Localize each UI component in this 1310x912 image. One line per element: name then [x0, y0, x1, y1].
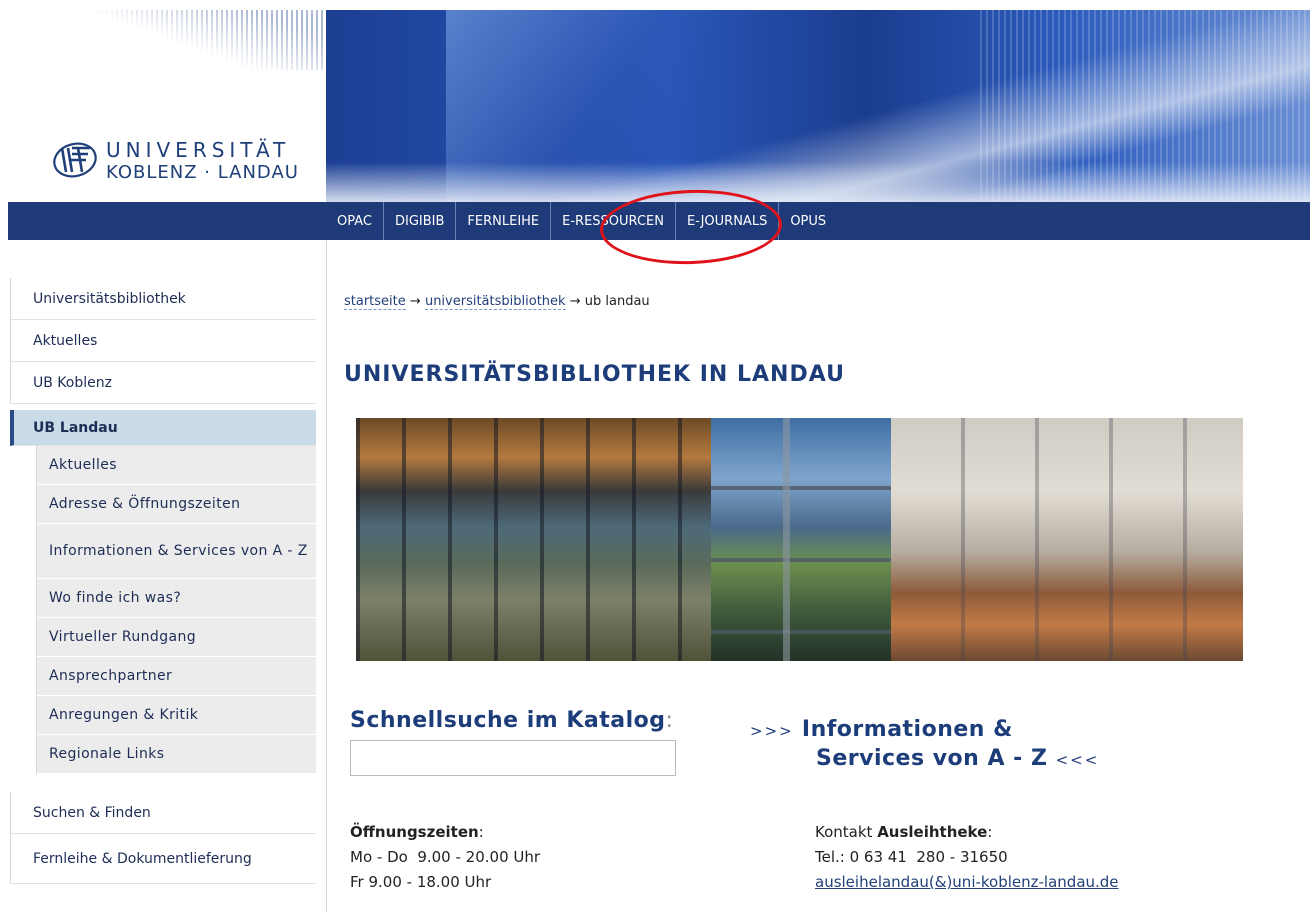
logo-area[interactable]: UNIVERSITÄT KOBLENZ · LANDAU: [8, 10, 326, 202]
subnav-item-anregungen[interactable]: Anregungen & Kritik: [37, 696, 316, 735]
subnav-item-wo-finde[interactable]: Wo finde ich was?: [37, 579, 316, 618]
contact-prefix: Kontakt: [815, 823, 878, 841]
hours-heading: Öffnungszeiten: [350, 823, 479, 841]
nav-item-fernleihe[interactable]: FERNLEIHE: [455, 202, 550, 240]
subnav-item-informationen[interactable]: Informationen & Services von A - Z: [37, 524, 316, 579]
info-link-suffix: <<<: [1055, 751, 1100, 769]
contact-tel: Tel.: 0 63 41 280 - 31650: [815, 848, 1008, 866]
contact-email-link[interactable]: ausleihelandau(&)uni-koblenz-landau.de: [815, 873, 1119, 891]
contact-info: Kontakt Ausleihtheke: Tel.: 0 63 41 280 …: [815, 820, 1119, 895]
subnav-item-regionale-links[interactable]: Regionale Links: [37, 735, 316, 774]
quick-search-title-colon: :: [665, 708, 674, 733]
quick-search-title: Schnellsuche im Katalog:: [350, 708, 673, 733]
quick-search-input[interactable]: [350, 740, 676, 776]
quick-search-title-text: Schnellsuche im Katalog: [350, 708, 666, 733]
info-link-prefix: >>>: [750, 722, 794, 740]
subnav-item-rundgang[interactable]: Virtueller Rundgang: [37, 618, 316, 657]
logo-text-line1: UNIVERSITÄT: [106, 138, 291, 162]
header-banner-image: [326, 10, 1310, 202]
breadcrumb-current: ub landau: [584, 294, 650, 309]
subnav-item-ansprechpartner[interactable]: Ansprechpartner: [37, 657, 316, 696]
nav-item-opus[interactable]: OPUS: [778, 202, 837, 240]
content-divider: [326, 240, 327, 912]
sidebar-item-ub-landau[interactable]: UB Landau: [10, 410, 316, 446]
hours-line1: Mo - Do 9.00 - 20.00 Uhr: [350, 848, 541, 866]
nav-item-opac[interactable]: OPAC: [326, 202, 383, 240]
breadcrumb-link-startseite[interactable]: startseite: [344, 294, 406, 310]
sidebar-nav: Universitätsbibliothek Aktuelles UB Kobl…: [10, 278, 316, 884]
university-logo-icon: [53, 142, 97, 178]
info-link-line1[interactable]: Informationen &: [802, 717, 1013, 742]
sidebar-item-ub-koblenz[interactable]: UB Koblenz: [10, 362, 316, 404]
sidebar-item-suchen-finden[interactable]: Suchen & Finden: [10, 792, 316, 834]
hours-line2: Fr 9.00 - 18.00 Uhr: [350, 873, 492, 891]
opening-hours: Öffnungszeiten: Mo - Do 9.00 - 20.00 Uhr…: [350, 820, 540, 895]
sidebar-item-aktuelles[interactable]: Aktuelles: [10, 320, 316, 362]
sidebar-subnav: Aktuelles Adresse & Öffnungszeiten Infor…: [36, 446, 316, 774]
info-services-link[interactable]: >>> Informationen & Services von A - Z <…: [750, 716, 1099, 774]
logo-text-line2: KOBLENZ · LANDAU: [106, 162, 299, 183]
subnav-item-aktuelles[interactable]: Aktuelles: [37, 446, 316, 485]
breadcrumb-separator: →: [409, 294, 421, 309]
page-title: UNIVERSITÄTSBIBLIOTHEK IN LANDAU: [344, 362, 845, 387]
library-interior-photo: [356, 418, 1243, 661]
breadcrumb-separator: →: [569, 294, 581, 309]
contact-colon: :: [987, 823, 993, 841]
info-link-line2[interactable]: Services von A - Z: [816, 746, 1047, 771]
sidebar-item-fernleihe[interactable]: Fernleihe & Dokumentlieferung: [10, 834, 316, 884]
breadcrumb: startseite → universitätsbibliothek → ub…: [344, 294, 650, 310]
breadcrumb-link-universitaetsbibliothek[interactable]: universitätsbibliothek: [424, 294, 566, 310]
hours-colon: :: [478, 823, 484, 841]
logo-decoration: [86, 10, 326, 70]
subnav-item-adresse[interactable]: Adresse & Öffnungszeiten: [37, 485, 316, 524]
sidebar-item-universitaetsbibliothek[interactable]: Universitätsbibliothek: [10, 278, 316, 320]
nav-item-digibib[interactable]: DIGIBIB: [382, 202, 455, 240]
contact-heading: Ausleihtheke: [877, 823, 988, 841]
